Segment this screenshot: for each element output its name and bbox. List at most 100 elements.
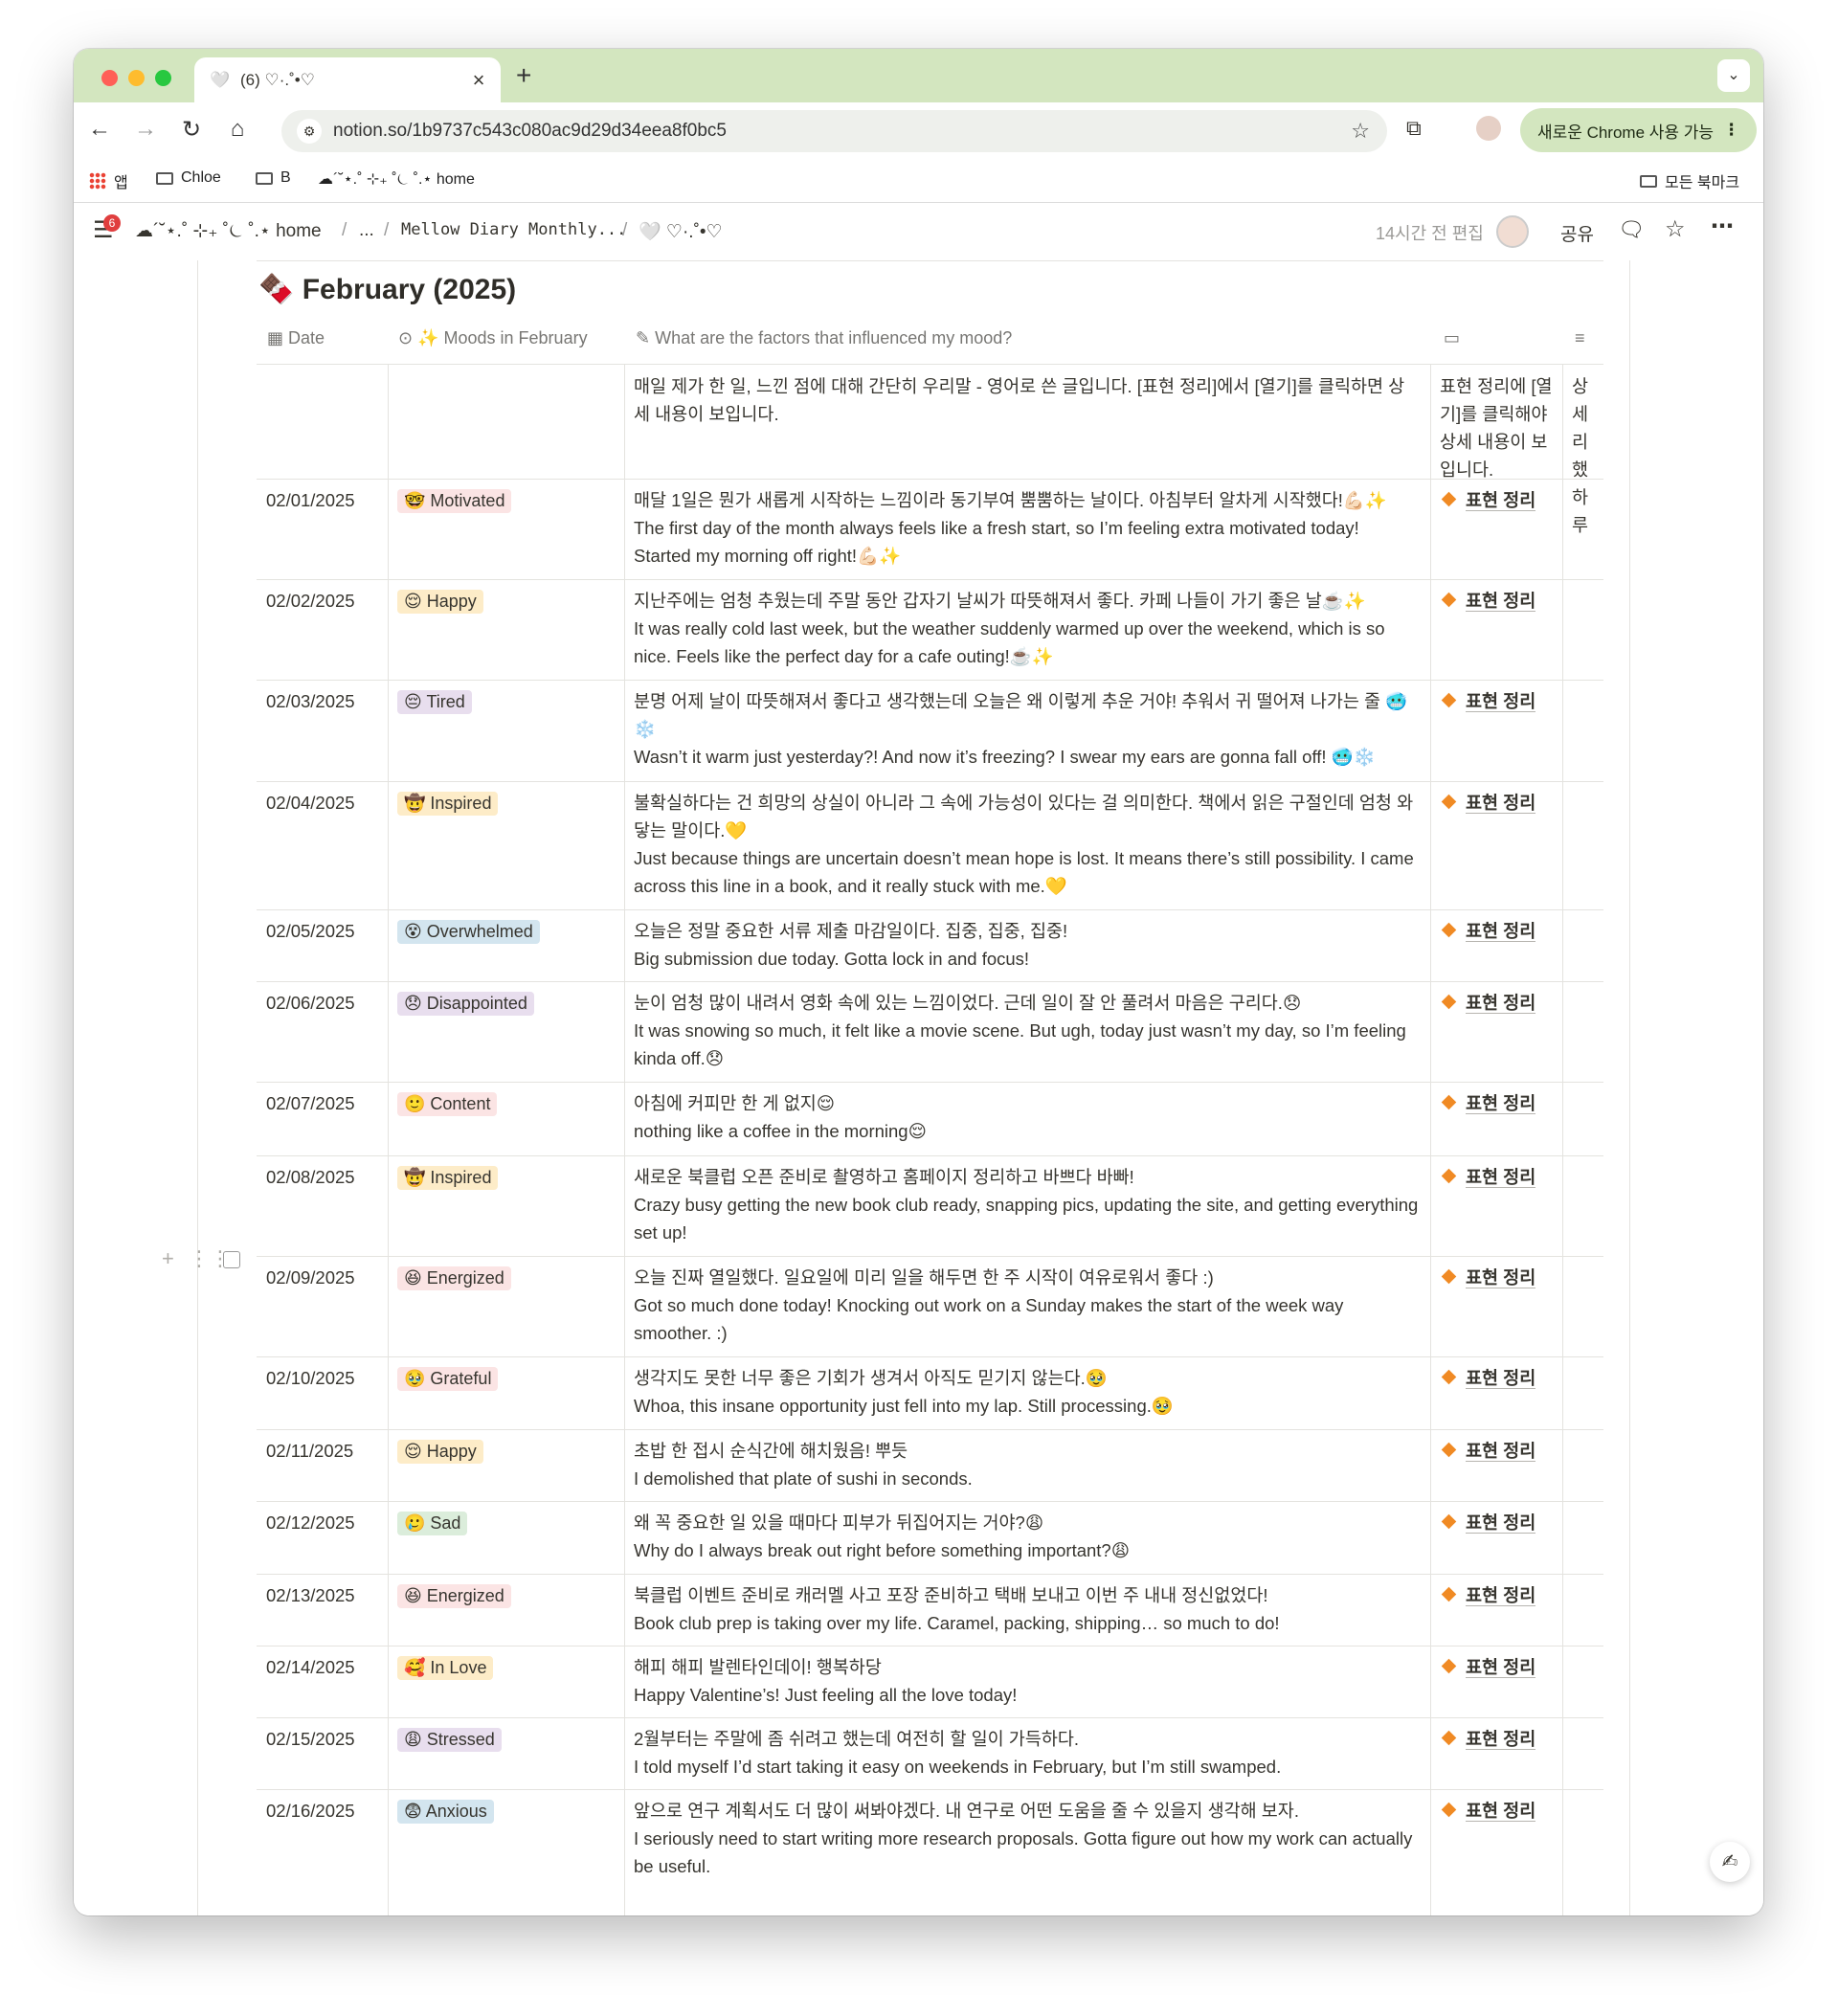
active-tab[interactable]: 🤍 (6) ♡·.˚•♡ × xyxy=(194,57,501,102)
mood-cell[interactable]: 😆 Energized xyxy=(388,1574,624,1617)
table-row[interactable]: 02/11/2025 😌 Happy 초밥 한 접시 순식간에 해치웠음! 뿌듯 I … xyxy=(257,1429,1603,1502)
date-cell[interactable]: 02/03/2025 xyxy=(257,680,388,723)
date-cell[interactable]: 02/02/2025 xyxy=(257,579,388,622)
chrome-update-button[interactable]: 새로운 Chrome 사용 가능 ⋮ xyxy=(1520,108,1757,152)
expression-link[interactable]: 표현 정리 xyxy=(1466,1512,1536,1534)
detail-cell[interactable] xyxy=(1562,981,1603,997)
mood-tag[interactable]: 😆 Energized xyxy=(397,1266,511,1290)
minimize-window-button[interactable] xyxy=(128,70,145,86)
mood-cell[interactable]: 🥲 Sad xyxy=(388,1501,624,1544)
mood-tag[interactable]: 😌 Happy xyxy=(397,590,483,614)
mood-cell[interactable]: 😵 Overwhelmed xyxy=(388,909,624,952)
table-row[interactable]: 02/08/2025 🤠 Inspired 새로운 북클럽 오픈 준비로 촬영하고 … xyxy=(257,1155,1603,1257)
detail-cell[interactable] xyxy=(1562,909,1603,925)
factors-cell[interactable]: 초밥 한 접시 순식간에 해치웠음! 뿌듯 I demolished that p… xyxy=(624,1429,1430,1500)
date-cell[interactable]: 02/13/2025 xyxy=(257,1574,388,1617)
breadcrumb-ellipsis[interactable]: ... xyxy=(359,220,374,241)
mood-cell[interactable]: 😆 Energized xyxy=(388,1256,624,1299)
table-row[interactable]: 02/09/2025 😆 Energized 오늘 진짜 열일했다. 일요일에 미리… xyxy=(257,1256,1603,1357)
detail-cell[interactable] xyxy=(1562,680,1603,695)
expression-link[interactable]: 표현 정리 xyxy=(1466,793,1536,814)
extensions-puzzle-icon[interactable]: ⧉ xyxy=(1406,116,1422,141)
factors-cell[interactable]: 새로운 북클럽 오픈 준비로 촬영하고 홈페이지 정리하고 바쁘다 바빠! Cra… xyxy=(624,1155,1430,1254)
close-window-button[interactable] xyxy=(101,70,118,86)
tab-search-chevron-icon[interactable]: ⌄ xyxy=(1717,59,1750,92)
mood-cell[interactable] xyxy=(388,365,624,380)
detail-cell[interactable] xyxy=(1562,579,1603,594)
factors-cell[interactable]: 생각지도 못한 너무 좋은 기회가 생겨서 아직도 믿기지 않는다.🥹 Whoa,… xyxy=(624,1356,1430,1427)
expression-link[interactable]: 표현 정리 xyxy=(1466,691,1536,712)
expression-cell[interactable]: 표현 정리 xyxy=(1430,1256,1562,1299)
factors-cell[interactable]: 2월부터는 주말에 좀 쉬려고 했는데 여전히 할 일이 가득하다. I told… xyxy=(624,1717,1430,1788)
all-bookmarks[interactable]: 모든 북마크 xyxy=(1640,169,1739,192)
mood-cell[interactable]: 🤠 Inspired xyxy=(388,1155,624,1198)
mood-tag[interactable]: 🥹 Grateful xyxy=(397,1367,499,1391)
bookmark-chloe[interactable]: Chloe xyxy=(156,169,221,187)
comments-icon[interactable]: 🗨 xyxy=(1618,217,1645,242)
factors-cell[interactable]: 앞으로 연구 계획서도 더 많이 써봐야겠다. 내 연구로 어떤 도움을 줄 수… xyxy=(624,1789,1430,1888)
table-row[interactable]: 02/14/2025 🥰 In Love 해피 해피 발렌타인데이! 행복하당 Hap… xyxy=(257,1646,1603,1718)
detail-cell[interactable] xyxy=(1562,1429,1603,1445)
table-row[interactable]: 02/16/2025 😨 Anxious 앞으로 연구 계획서도 더 많이 써봐야겠… xyxy=(257,1789,1603,1915)
mood-tag[interactable]: 😩 Stressed xyxy=(397,1728,502,1752)
mood-cell[interactable]: 🥹 Grateful xyxy=(388,1356,624,1400)
expression-cell[interactable]: 표현 정리 xyxy=(1430,479,1562,522)
expression-cell[interactable]: 표현 정리 xyxy=(1430,1155,1562,1198)
maximize-window-button[interactable] xyxy=(155,70,171,86)
expression-cell[interactable]: 표현 정리에 [열기]를 클릭해야 상세 내용이 보입니다. xyxy=(1430,365,1562,491)
factors-cell[interactable]: 북클럽 이벤트 준비로 캐러멜 사고 포장 준비하고 택배 보내고 이번 주 내… xyxy=(624,1574,1430,1645)
expression-link[interactable]: 표현 정리 xyxy=(1466,1801,1536,1822)
detail-cell[interactable] xyxy=(1562,1356,1603,1372)
close-tab-icon[interactable]: × xyxy=(466,68,491,93)
mood-tag[interactable]: 🤓 Motivated xyxy=(397,489,512,513)
table-row[interactable]: 02/12/2025 🥲 Sad 왜 꼭 중요한 일 있을 때마다 피부가 뒤집어지… xyxy=(257,1501,1603,1575)
factors-cell[interactable]: 분명 어제 날이 따뜻해져서 좋다고 생각했는데 오늘은 왜 이렇게 추운 거야… xyxy=(624,680,1430,778)
mood-cell[interactable]: 😌 Happy xyxy=(388,579,624,622)
expression-cell[interactable]: 표현 정리 xyxy=(1430,1717,1562,1760)
url-text[interactable]: notion.so/1b9737c543c080ac9d29d34eea8f0b… xyxy=(333,121,1351,142)
forward-arrow-icon[interactable]: → xyxy=(131,116,160,143)
home-icon[interactable]: ⌂ xyxy=(223,116,252,143)
back-arrow-icon[interactable]: ← xyxy=(85,116,114,143)
date-cell[interactable]: 02/09/2025 xyxy=(257,1256,388,1299)
table-row[interactable]: 02/07/2025 🙂 Content 아침에 커피만 한 게 없지😌 nothin… xyxy=(257,1082,1603,1156)
table-row[interactable]: 02/10/2025 🥹 Grateful 생각지도 못한 너무 좋은 기회가 생겨… xyxy=(257,1356,1603,1430)
mood-cell[interactable]: 🥰 In Love xyxy=(388,1646,624,1689)
mood-tag[interactable]: 😌 Happy xyxy=(397,1440,483,1464)
date-cell[interactable]: 02/16/2025 xyxy=(257,1789,388,1832)
expression-link[interactable]: 표현 정리 xyxy=(1466,1093,1536,1114)
table-row[interactable]: 02/03/2025 😔 Tired 분명 어제 날이 따뜻해져서 좋다고 생각했는… xyxy=(257,680,1603,782)
expression-link[interactable]: 표현 정리 xyxy=(1466,490,1536,511)
detail-cell[interactable] xyxy=(1562,1717,1603,1733)
factors-cell[interactable]: 매달 1일은 뭔가 새롭게 시작하는 느낌이라 동기부여 뿜뿜하는 날이다. 아… xyxy=(624,479,1430,577)
detail-cell[interactable] xyxy=(1562,1501,1603,1516)
address-bar[interactable]: ⚙ notion.so/1b9737c543c080ac9d29d34eea8f… xyxy=(281,110,1387,152)
date-cell[interactable]: 02/07/2025 xyxy=(257,1082,388,1125)
mood-cell[interactable]: 🤓 Motivated xyxy=(388,479,624,522)
detail-cell[interactable] xyxy=(1562,1082,1603,1097)
bookmark-apps[interactable]: 앱 xyxy=(89,169,128,192)
expression-cell[interactable]: 표현 정리 xyxy=(1430,1501,1562,1544)
row-select-checkbox[interactable] xyxy=(223,1251,240,1268)
date-cell[interactable]: 02/10/2025 xyxy=(257,1356,388,1400)
mood-tag[interactable]: 😔 Tired xyxy=(397,690,472,714)
mood-cell[interactable]: 🤠 Inspired xyxy=(388,781,624,824)
mood-tag[interactable]: 🤠 Inspired xyxy=(397,1166,499,1190)
factors-cell[interactable]: 아침에 커피만 한 게 없지😌 nothing like a coffee in … xyxy=(624,1082,1430,1153)
expression-link[interactable]: 표현 정리 xyxy=(1466,1267,1536,1288)
mood-cell[interactable]: 🙂 Content xyxy=(388,1082,624,1125)
factors-cell[interactable]: 불확실하다는 건 희망의 상실이 아니라 그 속에 가능성이 있다는 걸 의미한… xyxy=(624,781,1430,907)
date-cell[interactable] xyxy=(257,365,388,380)
mood-tag[interactable]: 🙂 Content xyxy=(397,1092,498,1116)
bookmark-b[interactable]: B xyxy=(256,169,291,187)
expression-link[interactable]: 표현 정리 xyxy=(1466,1585,1536,1606)
date-cell[interactable]: 02/15/2025 xyxy=(257,1717,388,1760)
expression-cell[interactable]: 표현 정리 xyxy=(1430,981,1562,1024)
date-cell[interactable]: 02/08/2025 xyxy=(257,1155,388,1198)
mood-tag[interactable]: 😨 Anxious xyxy=(397,1800,494,1824)
table-row[interactable]: 02/06/2025 😞 Disappointed 눈이 엄청 많이 내려서 영화 … xyxy=(257,981,1603,1083)
date-cell[interactable]: 02/06/2025 xyxy=(257,981,388,1024)
mood-tag[interactable]: 🥲 Sad xyxy=(397,1512,468,1535)
factors-cell[interactable]: 지난주에는 엄청 추웠는데 주말 동안 갑자기 날씨가 따뜻해져서 좋다. 카페… xyxy=(624,579,1430,678)
expression-cell[interactable]: 표현 정리 xyxy=(1430,1574,1562,1617)
